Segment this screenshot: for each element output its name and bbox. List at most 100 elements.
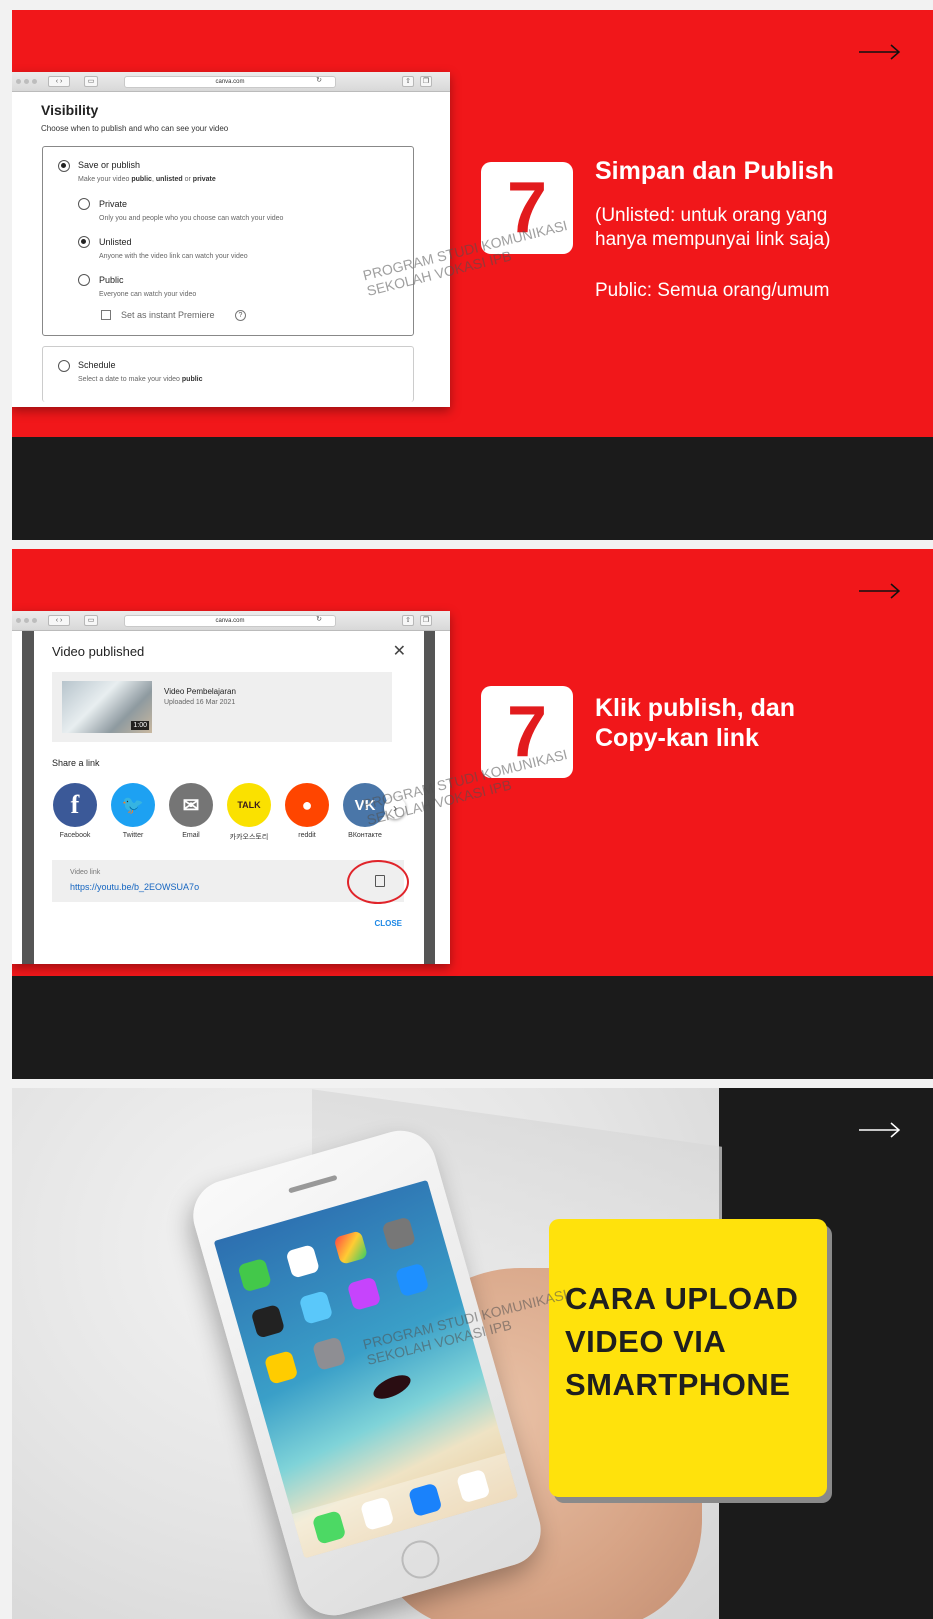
share-vkontakte[interactable]: VK ВКонтакте	[342, 783, 388, 839]
chevron-right-icon[interactable]: ›	[384, 797, 406, 819]
title-card-text: CARA UPLOAD VIDEO VIA SMARTPHONE	[565, 1281, 799, 1402]
save-or-publish-label: Save or publish	[78, 160, 141, 170]
share-icon[interactable]: ⇧	[402, 76, 414, 87]
close-button[interactable]: CLOSE	[374, 919, 402, 928]
settings-app-icon	[311, 1336, 347, 1371]
sidebar-icon[interactable]: ▭	[84, 615, 98, 626]
share-target-label: reddit	[298, 832, 316, 839]
slide-dark-band	[12, 976, 933, 1079]
schedule-radio[interactable]	[58, 360, 70, 372]
safari-app-icon	[455, 1468, 491, 1504]
itunes-app-icon	[346, 1276, 382, 1312]
address-bar[interactable]: canva.com	[124, 615, 336, 627]
window-close-dot-icon[interactable]	[16, 79, 21, 84]
unlisted-desc: Anyone with the video link can watch you…	[99, 253, 248, 260]
step-body-line1: (Unlisted: untuk orang yang	[595, 205, 828, 226]
address-bar[interactable]: canva.com	[124, 76, 336, 88]
public-radio[interactable]	[78, 274, 90, 286]
save-or-publish-box: Save or publish Make your video public, …	[42, 146, 414, 336]
browser-window: ‹ › ▭ canva.com ↻ ⇧ ❐ Visibility Choose …	[12, 72, 450, 407]
music-app-icon	[359, 1496, 395, 1531]
vk-icon: VK	[343, 783, 387, 827]
clock-app-icon	[250, 1303, 286, 1339]
app-store-icon	[394, 1262, 430, 1298]
video-link-label: Video link	[70, 869, 101, 876]
step-heading: Simpan dan Publish	[595, 157, 834, 185]
window-minimize-dot-icon[interactable]	[24, 79, 29, 84]
step-number-badge: 7	[481, 162, 573, 254]
back-forward-icon[interactable]: ‹ ›	[48, 76, 70, 87]
step-number-badge: 7	[481, 686, 573, 778]
window-zoom-dot-icon[interactable]	[32, 618, 37, 623]
share-twitter[interactable]: 🐦 Twitter	[110, 783, 156, 839]
video-title: Video Pembelajaran	[164, 687, 236, 696]
page: ‹ › ▭ canva.com ↻ ⇧ ❐ Visibility Choose …	[0, 0, 933, 1619]
visibility-subtitle: Choose when to publish and who can see y…	[41, 124, 229, 133]
video-link-box: Video link https://youtu.be/b_2EOWSUA7o	[52, 860, 409, 904]
public-desc: Everyone can watch your video	[99, 291, 197, 298]
phone-dock	[291, 1452, 519, 1559]
home-button	[396, 1535, 444, 1583]
tabs-icon[interactable]: ❐	[420, 615, 432, 626]
close-icon[interactable]: ✕	[393, 641, 406, 661]
phone-speaker	[288, 1174, 338, 1194]
video-link-url[interactable]: https://youtu.be/b_2EOWSUA7o	[70, 882, 199, 892]
share-target-label: Email	[182, 832, 200, 839]
share-target-label: Facebook	[59, 832, 91, 839]
step-body-line2: hanya mempunyai link saja)	[595, 229, 831, 250]
share-link-label: Share a link	[52, 758, 100, 768]
facebook-icon: f	[53, 783, 97, 827]
next-arrow-icon[interactable]	[857, 1118, 903, 1142]
help-icon[interactable]: ?	[235, 310, 246, 321]
browser-toolbar: ‹ › ▭ canva.com ↻ ⇧ ❐	[12, 72, 450, 92]
slide-dark-band	[12, 437, 933, 540]
share-target-label: 카카오스토리	[229, 834, 269, 841]
unlisted-radio[interactable]	[78, 236, 90, 248]
premiere-checkbox[interactable]	[101, 310, 111, 320]
step-heading-line2: Copy-kan link	[595, 724, 759, 752]
step-body-line3: Public: Semua orang/umum	[595, 280, 830, 301]
share-facebook[interactable]: f Facebook	[52, 783, 98, 839]
visibility-title: Visibility	[41, 102, 99, 118]
private-label: Private	[99, 199, 128, 209]
save-or-publish-radio[interactable]	[58, 160, 70, 172]
reload-icon[interactable]: ↻	[314, 615, 324, 626]
copy-icon[interactable]	[375, 875, 385, 887]
schedule-box: Schedule Select a date to make your vide…	[42, 346, 414, 402]
share-reddit[interactable]: ● reddit	[284, 783, 330, 839]
slide-visibility: ‹ › ▭ canva.com ↻ ⇧ ❐ Visibility Choose …	[12, 10, 933, 540]
step-heading-line1: Klik publish, dan	[595, 694, 796, 722]
private-radio[interactable]	[78, 198, 90, 210]
twitter-icon: 🐦	[111, 783, 155, 827]
reload-icon[interactable]: ↻	[314, 76, 324, 87]
dialog-title: Video published	[52, 644, 145, 659]
window-close-dot-icon[interactable]	[16, 618, 21, 623]
public-label: Public	[99, 275, 124, 285]
next-arrow-icon[interactable]	[857, 40, 903, 64]
tabs-icon[interactable]: ❐	[420, 76, 432, 87]
browser-toolbar: ‹ › ▭ canva.com ↻ ⇧ ❐	[12, 611, 450, 631]
share-target-label: ВКонтакте	[348, 832, 382, 839]
photos-app-icon	[333, 1230, 369, 1265]
schedule-label: Schedule	[78, 360, 116, 370]
share-target-label: Twitter	[122, 832, 144, 839]
kakao-talk-icon: TALK	[227, 783, 271, 827]
schedule-desc: Select a date to make your video public	[78, 376, 203, 383]
next-arrow-icon[interactable]	[857, 579, 903, 603]
sidebar-icon[interactable]: ▭	[84, 76, 98, 87]
share-kakaostory[interactable]: TALK 카카오스토리	[226, 783, 272, 842]
premiere-label: Set as instant Premiere	[121, 310, 215, 320]
video-thumbnail[interactable]: 1:00	[62, 681, 152, 733]
title-card: CARA UPLOAD VIDEO VIA SMARTPHONE	[549, 1219, 827, 1497]
notes-app-icon	[263, 1350, 299, 1385]
video-duration: 1:00	[131, 721, 149, 730]
window-minimize-dot-icon[interactable]	[24, 618, 29, 623]
video-upload-date: Uploaded 16 Mar 2021	[164, 699, 236, 706]
back-forward-icon[interactable]: ‹ ›	[48, 615, 70, 626]
camera-app-icon	[381, 1216, 417, 1252]
save-or-publish-desc: Make your video public, unlisted or priv…	[78, 176, 216, 183]
share-email[interactable]: ✉ Email	[168, 783, 214, 839]
reddit-icon: ●	[285, 783, 329, 827]
share-icon[interactable]: ⇧	[402, 615, 414, 626]
window-zoom-dot-icon[interactable]	[32, 79, 37, 84]
